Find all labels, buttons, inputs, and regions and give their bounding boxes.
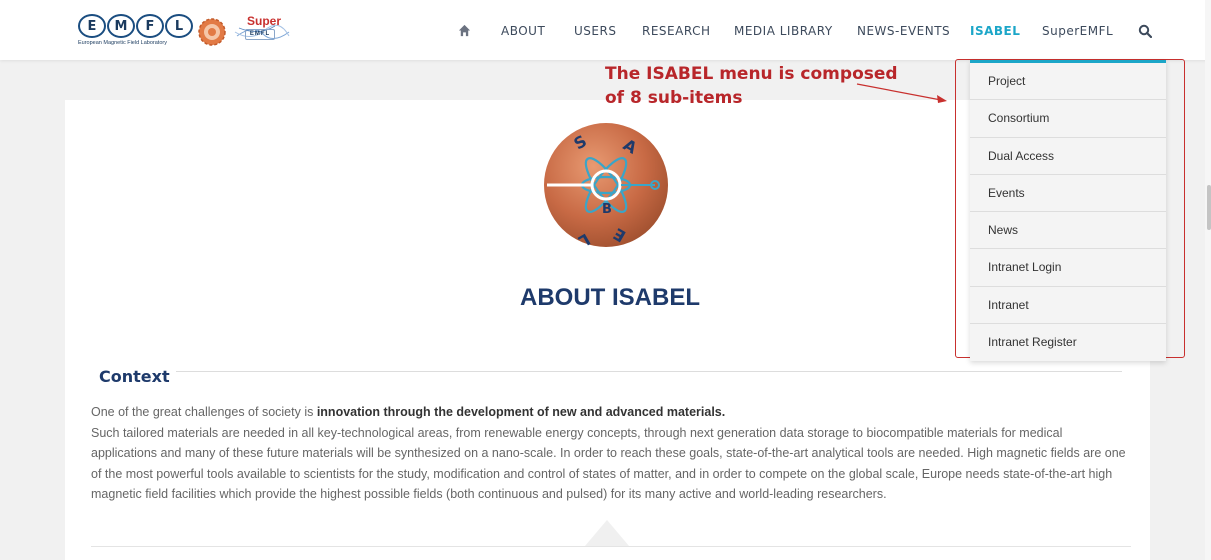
nav-media-library[interactable]: MEDIA LIBRARY xyxy=(734,24,833,38)
annotation-line: The ISABEL menu is composed xyxy=(605,64,898,84)
menu-item-project[interactable]: Project xyxy=(970,63,1166,101)
context-heading: Context xyxy=(99,367,170,386)
context-paragraph: One of the great challenges of society i… xyxy=(91,402,1131,505)
nav-isabel[interactable]: ISABEL xyxy=(970,24,1020,38)
super-word: Super xyxy=(247,14,282,28)
emfl-logo[interactable]: E M F L European Magnetic Field Laborato… xyxy=(78,14,200,50)
isabel-dropdown-menu: Project Consortium Dual Access Events Ne… xyxy=(970,60,1166,362)
emfl-letter: E xyxy=(78,14,106,38)
context-body: Such tailored materials are needed in al… xyxy=(91,425,1126,502)
page-title: ABOUT ISABEL xyxy=(520,284,700,311)
nav-research[interactable]: RESEARCH xyxy=(642,24,710,38)
emfl-letter: M xyxy=(107,14,135,38)
context-intro: One of the great challenges of society i… xyxy=(91,405,317,419)
isabel-logo: S A B E L xyxy=(544,123,668,248)
menu-item-news[interactable]: News xyxy=(970,212,1166,250)
scrollbar-thumb[interactable] xyxy=(1207,185,1211,230)
annotation-callout: The ISABEL menu is composed of 8 sub-ite… xyxy=(605,62,898,110)
menu-item-events[interactable]: Events xyxy=(970,175,1166,213)
nav-news-events[interactable]: NEWS-EVENTS xyxy=(857,24,950,38)
super-emfl-label: EMFL xyxy=(245,29,275,40)
annotation-arrow-icon xyxy=(856,83,947,103)
menu-item-dual-access[interactable]: Dual Access xyxy=(970,138,1166,175)
menu-item-intranet-login[interactable]: Intranet Login xyxy=(970,249,1166,287)
home-icon[interactable] xyxy=(458,24,471,37)
context-divider xyxy=(176,371,1122,372)
menu-item-intranet[interactable]: Intranet xyxy=(970,287,1166,325)
ring-logo-icon[interactable] xyxy=(197,17,227,47)
emfl-letter: L xyxy=(165,14,193,38)
scrollbar[interactable] xyxy=(1205,0,1211,560)
site-header: E M F L European Magnetic Field Laborato… xyxy=(0,0,1211,60)
section-notch xyxy=(585,520,629,546)
nav-users[interactable]: USERS xyxy=(574,24,616,38)
menu-item-consortium[interactable]: Consortium xyxy=(970,100,1166,138)
bottom-divider xyxy=(91,546,1131,547)
emfl-letter: F xyxy=(136,14,164,38)
emfl-logo-letters: E M F L xyxy=(78,14,200,38)
nav-superemfl[interactable]: SuperEMFL xyxy=(1042,24,1113,38)
super-emfl-logo[interactable]: Super EMFL xyxy=(233,14,291,46)
annotation-line: of 8 sub-items xyxy=(605,88,743,108)
nav-about[interactable]: ABOUT xyxy=(501,24,545,38)
search-icon[interactable] xyxy=(1138,24,1152,38)
context-intro-bold: innovation through the development of ne… xyxy=(316,405,726,419)
emfl-tagline: European Magnetic Field Laboratory xyxy=(78,40,167,46)
logo-letter: B xyxy=(602,202,612,217)
menu-item-intranet-register[interactable]: Intranet Register xyxy=(970,324,1166,361)
